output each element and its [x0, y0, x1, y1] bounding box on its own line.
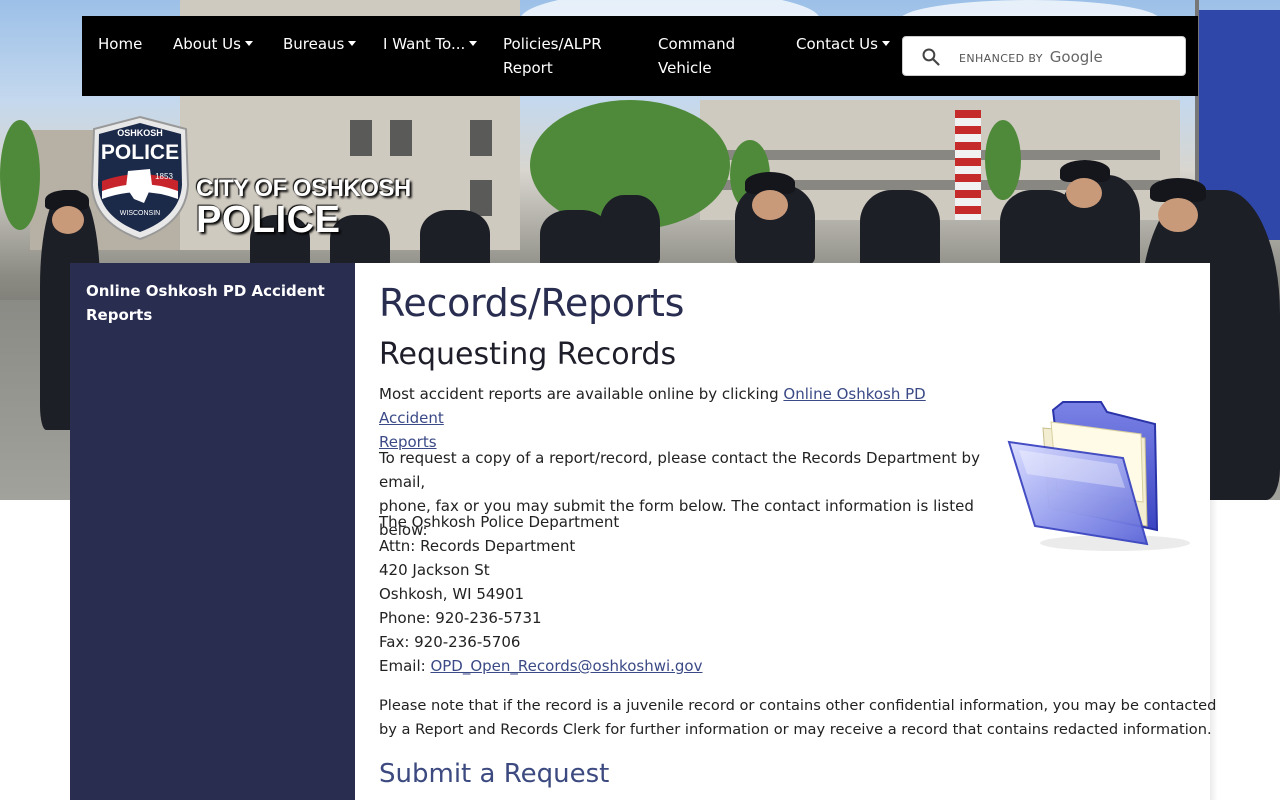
nav-i-want-to-label: I Want To...	[383, 35, 466, 53]
badge-top-text: OSHKOSH	[117, 128, 163, 138]
us-flag	[955, 110, 981, 220]
officer-face	[752, 190, 788, 220]
site-logo-text[interactable]: CITY OF OSHKOSH POLICE	[196, 176, 411, 241]
search-icon[interactable]	[921, 47, 941, 67]
sidebar: Online Oshkosh PD Accident Reports	[70, 263, 355, 800]
intro-paragraph: Most accident reports are available onli…	[379, 382, 979, 454]
address-email-label: Email:	[379, 657, 431, 675]
nav-about-us[interactable]: About Us	[173, 32, 253, 56]
nav-command-label-line1: Command	[658, 35, 736, 53]
note-line2: by a Report and Records Clerk for furthe…	[379, 721, 1212, 738]
address-org: The Oshkosh Police Department	[379, 513, 620, 531]
main-navbar: Home About Us Bureaus I Want To... Polic…	[82, 16, 1198, 96]
content-shadow	[1210, 500, 1218, 800]
nav-home-label: Home	[98, 35, 143, 53]
window	[350, 120, 372, 156]
note-line1: Please note that if the record is a juve…	[379, 697, 1217, 714]
address-phone: Phone: 920-236-5731	[379, 609, 542, 627]
sidebar-link-accident-reports[interactable]: Online Oshkosh PD Accident Reports	[86, 279, 336, 327]
nav-policies-label-line2: Report	[503, 59, 553, 77]
officer-face	[52, 206, 84, 234]
window-row	[720, 150, 1160, 160]
main-content: Records/Reports Requesting Records Most …	[355, 263, 1217, 800]
request-line1: To request a copy of a report/record, pl…	[379, 449, 980, 491]
nav-home[interactable]: Home	[98, 32, 142, 56]
badge-state-text: WISCONSIN	[120, 210, 160, 217]
tree	[0, 120, 40, 230]
nav-command-label-line2: Vehicle	[658, 59, 712, 77]
tree	[985, 120, 1021, 200]
caret-down-icon	[244, 41, 253, 46]
folder-icon	[1007, 401, 1190, 551]
address-attn: Attn: Records Department	[379, 537, 576, 555]
badge-main-text: POLICE	[101, 141, 179, 164]
address-city: Oshkosh, WI 54901	[379, 585, 525, 603]
window	[390, 120, 412, 156]
nav-policies-alpr-report[interactable]: Policies/ALPR Report	[503, 32, 623, 80]
nav-bureaus-label: Bureaus	[283, 35, 345, 53]
officer	[860, 190, 940, 270]
nav-command-vehicle[interactable]: Command Vehicle	[658, 32, 758, 80]
note-paragraph: Please note that if the record is a juve…	[379, 694, 1217, 742]
caret-down-icon	[469, 41, 478, 46]
officer-face	[1158, 198, 1198, 232]
intro-text: Most accident reports are available onli…	[379, 385, 784, 403]
logo-line2: POLICE	[196, 199, 341, 241]
contact-address: The Oshkosh Police Department Attn: Reco…	[379, 510, 879, 678]
window	[470, 120, 492, 156]
records-email-link[interactable]: OPD_Open_Records@oshkoshwi.gov	[430, 657, 702, 675]
caret-down-icon	[881, 41, 890, 46]
nav-bureaus[interactable]: Bureaus	[283, 32, 357, 56]
caret-down-icon	[348, 41, 357, 46]
window	[470, 180, 492, 216]
nav-about-us-label: About Us	[173, 35, 241, 53]
page-title: Records/Reports	[379, 281, 685, 325]
police-badge-logo[interactable]: OSHKOSH POLICE 1853 WISCONSIN	[88, 115, 192, 241]
officer	[600, 195, 660, 265]
section-title: Requesting Records	[379, 337, 677, 372]
nav-contact-us-label: Contact Us	[796, 35, 878, 53]
address-street: 420 Jackson St	[379, 561, 490, 579]
officer-face	[1066, 178, 1102, 208]
address-email-row: Email: OPD_Open_Records@oshkoshwi.gov	[379, 654, 879, 678]
nav-i-want-to[interactable]: I Want To...	[383, 32, 478, 56]
search-box[interactable]: ENHANCED BY Google	[902, 36, 1186, 76]
submit-request-heading: Submit a Request	[379, 759, 610, 789]
address-fax: Fax: 920-236-5706	[379, 633, 521, 651]
nav-policies-label-line1: Policies/ALPR	[503, 35, 602, 53]
badge-year-text: 1853	[155, 172, 173, 181]
officer	[420, 210, 490, 270]
search-input[interactable]	[957, 41, 1177, 71]
nav-contact-us[interactable]: Contact Us	[796, 32, 890, 56]
